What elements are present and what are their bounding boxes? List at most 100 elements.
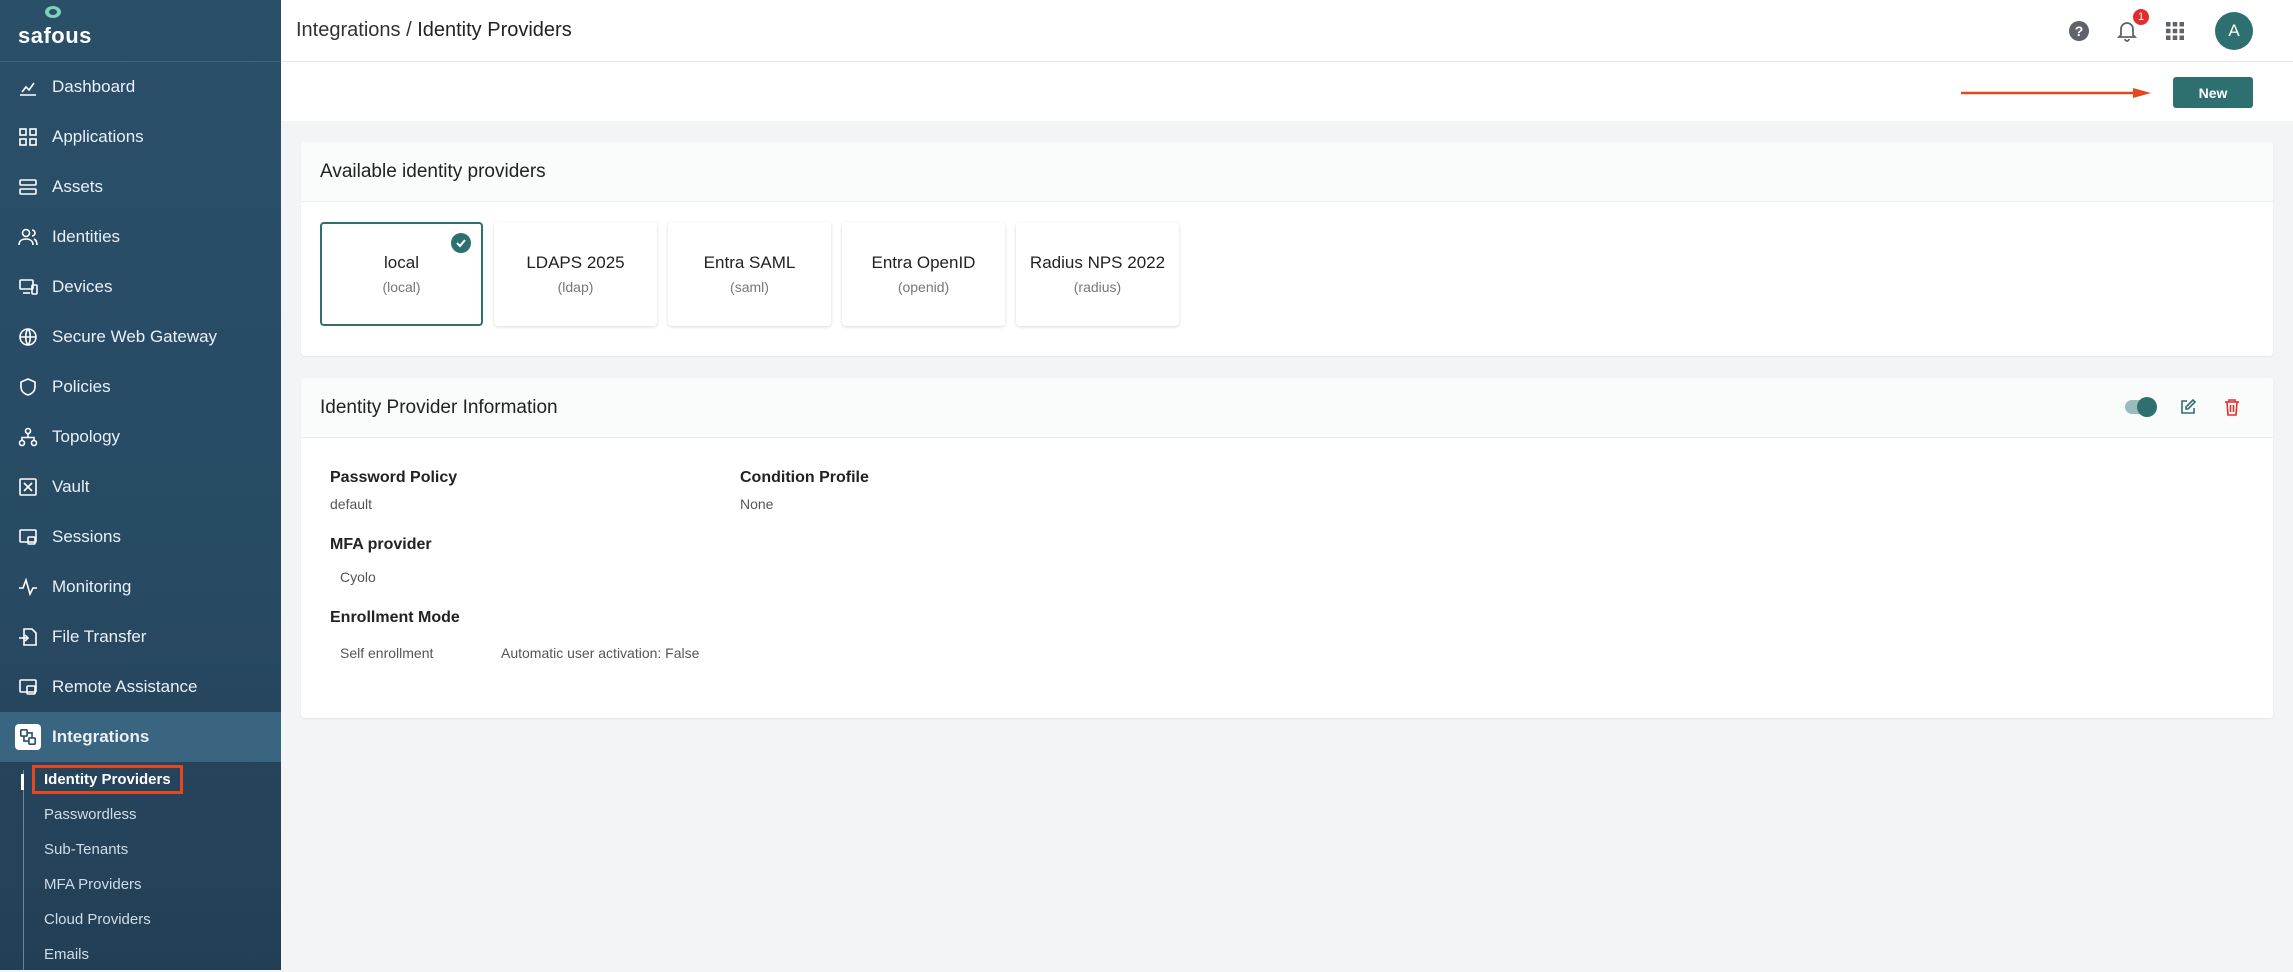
sidebar-item-assets[interactable]: Assets <box>0 162 281 212</box>
enabled-toggle[interactable] <box>2125 397 2157 417</box>
submenu-item-cloud-providers[interactable]: Cloud Providers <box>44 902 281 937</box>
chart-icon <box>18 77 38 97</box>
sidebar-item-label: Assets <box>52 177 104 196</box>
sidebar-item-label: Monitoring <box>52 577 132 596</box>
provider-type: (saml) <box>730 279 769 295</box>
breadcrumb-parent[interactable]: Integrations <box>296 19 401 41</box>
provider-type: (openid) <box>897 279 950 295</box>
help-icon[interactable]: ? <box>2067 19 2091 43</box>
sidebar-item-label: Identities <box>52 227 121 246</box>
card-title: Available identity providers <box>301 142 2273 202</box>
sidebar-item-applications[interactable]: Applications <box>0 112 281 162</box>
enrollment-mode-label: Enrollment Mode <box>330 609 460 626</box>
file-transfer-icon <box>18 627 38 647</box>
bell-icon[interactable]: 1 <box>2115 6 2151 43</box>
sidebar-item-label: Devices <box>52 277 113 296</box>
sidebar-item-label: Policies <box>52 377 111 396</box>
password-policy-value: default <box>330 496 373 512</box>
submenu-item-label: Sub-Tenants <box>44 841 129 858</box>
submenu-item-label: Emails <box>44 946 90 963</box>
breadcrumb: Integrations / Identity Providers <box>296 19 572 42</box>
logo-icon <box>45 6 61 18</box>
pulse-icon <box>18 577 38 597</box>
enrollment-mode-value: Self enrollment <box>340 645 434 661</box>
apps-grid-icon[interactable] <box>2163 19 2187 43</box>
sessions-icon <box>18 527 38 547</box>
provider-type: (radius) <box>1073 279 1122 295</box>
condition-profile-label: Condition Profile <box>740 469 869 486</box>
provider-type: (ldap) <box>557 279 594 295</box>
sidebar-item-monitoring[interactable]: Monitoring <box>0 562 281 612</box>
avatar[interactable]: A <box>2215 11 2253 50</box>
new-button[interactable]: New <box>2173 77 2253 108</box>
sidebar-item-secure-web-gateway[interactable]: Secure Web Gateway <box>0 312 281 362</box>
submenu-item-sub-tenants[interactable]: Sub-Tenants <box>44 832 281 867</box>
top-header: Integrations / Identity Providers ? 1 A <box>281 0 2293 62</box>
breadcrumb-current: Identity Providers <box>417 19 572 41</box>
submenu-item-identity-providers[interactable]: Identity Providers <box>32 762 281 797</box>
sidebar-item-file-transfer[interactable]: File Transfer <box>0 612 281 662</box>
integrations-icon <box>15 724 41 750</box>
card-title: Identity Provider Information <box>320 396 558 418</box>
sidebar-item-sessions[interactable]: Sessions <box>0 512 281 562</box>
users-icon <box>18 227 38 247</box>
brand-logo[interactable]: safous <box>0 0 281 62</box>
sidebar-item-integrations[interactable]: Integrations <box>0 712 281 762</box>
auto-activation-value: Automatic user activation: False <box>501 645 700 661</box>
sidebar-item-label: Integrations <box>52 727 150 746</box>
provider-card-entra-openid[interactable]: Entra OpenID (openid) <box>842 222 1005 326</box>
mfa-provider-value: Cyolo <box>340 569 376 585</box>
provider-name: Radius NPS 2022 <box>1029 253 1166 272</box>
providers-list: local (local) LDAPS 2025 (ldap) Entra SA… <box>301 202 2273 326</box>
sidebar: safous Dashboard Applications Assets Ide… <box>0 0 281 972</box>
sidebar-item-topology[interactable]: Topology <box>0 412 281 462</box>
provider-name: Entra OpenID <box>871 253 976 272</box>
notification-badge: 1 <box>2131 6 2151 27</box>
submenu-item-label: MFA Providers <box>44 876 142 893</box>
sidebar-item-policies[interactable]: Policies <box>0 362 281 412</box>
topology-icon <box>18 427 38 447</box>
provider-name: Entra SAML <box>703 253 796 272</box>
sidebar-item-label: Sessions <box>52 527 121 546</box>
action-bar: New <box>281 62 2293 121</box>
server-icon <box>18 177 38 197</box>
active-indicator <box>21 774 24 790</box>
edit-icon[interactable] <box>2177 396 2199 418</box>
available-providers-card: Available identity providers local (loca… <box>301 142 2273 356</box>
vault-icon <box>18 477 38 497</box>
globe-icon <box>18 327 38 347</box>
breadcrumb-separator: / <box>400 19 418 41</box>
info-actions <box>2125 396 2243 418</box>
integrations-submenu: Identity Providers Passwordless Sub-Tena… <box>0 762 281 972</box>
grid-icon <box>18 127 38 147</box>
mfa-provider-label: MFA provider <box>330 536 432 553</box>
delete-icon[interactable] <box>2221 396 2243 418</box>
submenu-item-mfa-providers[interactable]: MFA Providers <box>44 867 281 902</box>
provider-card-entra-saml[interactable]: Entra SAML (saml) <box>668 222 831 326</box>
provider-name: LDAPS 2025 <box>526 253 625 272</box>
sidebar-item-identities[interactable]: Identities <box>0 212 281 262</box>
sidebar-nav: Dashboard Applications Assets Identities… <box>0 62 281 762</box>
provider-card-local[interactable]: local (local) <box>320 222 483 326</box>
provider-name: local <box>384 253 419 272</box>
provider-type: (local) <box>382 279 421 295</box>
sidebar-item-label: Dashboard <box>52 77 136 96</box>
sidebar-item-label: File Transfer <box>52 627 147 646</box>
devices-icon <box>18 277 38 297</box>
submenu-item-emails[interactable]: Emails <box>44 937 281 972</box>
sidebar-item-devices[interactable]: Devices <box>0 262 281 312</box>
sidebar-item-remote-assistance[interactable]: Remote Assistance <box>0 662 281 712</box>
card-header: Identity Provider Information <box>301 378 2273 438</box>
submenu-item-label: Cloud Providers <box>44 911 151 928</box>
provider-card-ldaps[interactable]: LDAPS 2025 (ldap) <box>494 222 657 326</box>
sidebar-item-dashboard[interactable]: Dashboard <box>0 62 281 112</box>
provider-card-radius[interactable]: Radius NPS 2022 (radius) <box>1016 222 1179 326</box>
brand-name: safous <box>18 22 92 48</box>
submenu-item-passwordless[interactable]: Passwordless <box>44 797 281 832</box>
sidebar-item-vault[interactable]: Vault <box>0 462 281 512</box>
check-icon <box>451 233 471 253</box>
submenu-item-label: Identity Providers <box>32 765 183 794</box>
svg-text:?: ? <box>2075 23 2084 39</box>
submenu-item-label: Passwordless <box>44 806 137 823</box>
annotation-arrow-icon <box>1961 88 2151 98</box>
